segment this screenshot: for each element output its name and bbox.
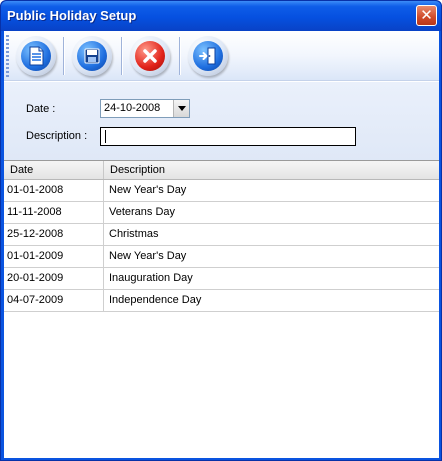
toolbar-separator — [121, 37, 122, 75]
delete-button[interactable] — [124, 34, 174, 78]
client-area: Date : 24-10-2008 Description : Date Des… — [4, 31, 439, 458]
text-caret — [105, 130, 106, 143]
toolbar-separator — [179, 37, 180, 75]
cell-date: 20-01-2009 — [4, 268, 104, 289]
table-row[interactable]: 20-01-2009 Inauguration Day — [4, 268, 439, 290]
date-label: Date : — [26, 103, 56, 115]
table-row[interactable]: 11-11-2008 Veterans Day — [4, 202, 439, 224]
exit-door-icon — [199, 47, 216, 65]
new-button[interactable] — [10, 34, 60, 78]
cell-description: Christmas — [109, 228, 159, 240]
close-icon: ✕ — [420, 6, 433, 24]
toolbar-grip[interactable] — [6, 35, 9, 77]
toolbar — [4, 31, 439, 81]
column-header-date[interactable]: Date — [4, 161, 104, 179]
exit-button[interactable] — [182, 34, 232, 78]
cell-date: 01-01-2009 — [4, 246, 104, 267]
form-panel: Date : 24-10-2008 Description : — [4, 82, 439, 160]
cell-date: 01-01-2008 — [4, 180, 104, 201]
table-row[interactable]: 04-07-2009 Independence Day — [4, 290, 439, 312]
cell-description: Veterans Day — [109, 206, 176, 218]
cell-description: New Year's Day — [109, 184, 187, 196]
cell-date: 11-11-2008 — [4, 202, 104, 223]
app-window: Public Holiday Setup ✕ Date: 24-10-2008… — [0, 0, 442, 461]
date-value: 24-10-2008 — [104, 102, 161, 114]
holiday-grid: Date Description 01-01-2008 New Year's D… — [4, 160, 439, 458]
cell-description: Independence Day — [109, 294, 202, 306]
save-button[interactable] — [66, 34, 116, 78]
description-field[interactable] — [100, 127, 356, 146]
date-combo[interactable]: 24-10-2008 — [100, 99, 190, 118]
chevron-down-icon[interactable] — [173, 100, 189, 117]
table-row[interactable]: 01-01-2008 New Year's Day — [4, 180, 439, 202]
close-button[interactable]: ✕ — [416, 5, 437, 26]
table-row[interactable]: 25-12-2008 Christmas — [4, 224, 439, 246]
cell-date: 04-07-2009 — [4, 290, 104, 311]
description-label: Description : — [26, 130, 88, 142]
cell-description: New Year's Day — [109, 250, 187, 262]
toolbar-separator — [63, 37, 64, 75]
window-title: Public Holiday Setup — [7, 8, 137, 23]
document-icon — [29, 46, 44, 66]
table-row[interactable]: 01-01-2009 New Year's Day — [4, 246, 439, 268]
title-bar[interactable]: Public Holiday Setup ✕ — [1, 1, 441, 31]
red-x-icon — [143, 49, 157, 63]
floppy-disk-icon — [84, 48, 100, 64]
grid-header: Date Description — [4, 161, 439, 180]
cell-description: Inauguration Day — [109, 272, 193, 284]
cell-date: 25-12-2008 — [4, 224, 104, 245]
column-header-description[interactable]: Description — [104, 161, 439, 179]
